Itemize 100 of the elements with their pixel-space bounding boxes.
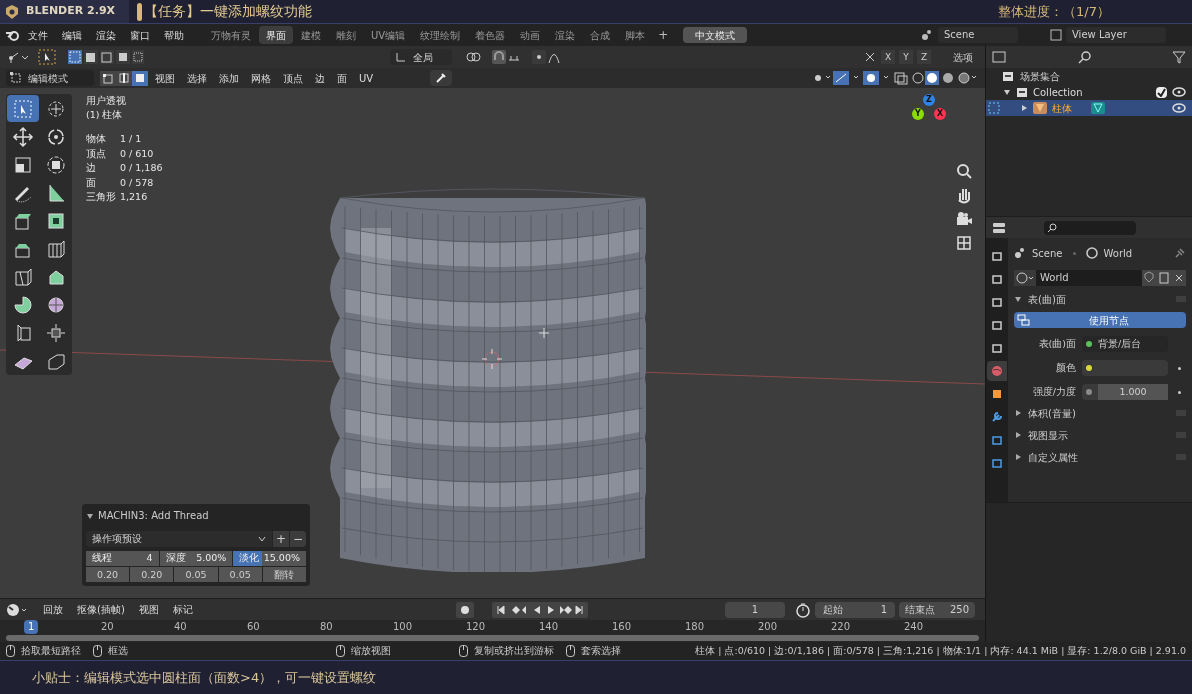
property-field[interactable] bbox=[1082, 360, 1168, 376]
add-workspace-button[interactable]: + bbox=[653, 26, 674, 44]
proportional-edit-icon[interactable] bbox=[532, 50, 562, 64]
workspace-tab[interactable]: UV编辑 bbox=[364, 26, 413, 44]
panel-header[interactable]: 视图显示 bbox=[1014, 426, 1186, 444]
workspace-tab[interactable]: 建模 bbox=[294, 26, 328, 44]
expanded-triangle-icon[interactable] bbox=[1003, 88, 1011, 96]
use-nodes-button[interactable]: 使用节点 bbox=[1014, 312, 1186, 328]
language-mode-button[interactable]: 中文模式 bbox=[683, 27, 748, 43]
mirror-axis-toggle[interactable]: X bbox=[881, 50, 895, 64]
eyedropper-button[interactable] bbox=[430, 70, 453, 86]
vertex-select-mode-button[interactable] bbox=[100, 70, 116, 86]
number-field[interactable]: 线程 4 bbox=[86, 551, 159, 566]
panel-header[interactable]: 体积(音量) bbox=[1014, 404, 1186, 422]
record-button-icon[interactable] bbox=[455, 601, 474, 618]
face-select-mode-button[interactable] bbox=[132, 70, 148, 86]
options-menu[interactable]: 选项 bbox=[947, 49, 979, 65]
breadcrumb-item[interactable]: Scene bbox=[1032, 245, 1063, 261]
menu-item[interactable]: 抠像(插帧) bbox=[72, 602, 130, 617]
collapse-triangle-icon[interactable] bbox=[86, 511, 94, 520]
remove-preset-button[interactable]: − bbox=[290, 531, 306, 547]
include-checkbox[interactable] bbox=[1156, 86, 1167, 98]
workspace-tab[interactable]: 纹理绘制 bbox=[413, 26, 468, 44]
add-preset-button[interactable]: + bbox=[273, 531, 289, 547]
world-browse-icon[interactable] bbox=[1014, 270, 1036, 286]
end-frame-field[interactable]: 结束点 250 bbox=[899, 601, 975, 618]
start-frame-field[interactable]: 起始 1 bbox=[815, 601, 895, 618]
menu-item[interactable]: 渲染 bbox=[90, 27, 122, 43]
collapsed-triangle-icon[interactable] bbox=[1020, 104, 1028, 112]
workspace-tab[interactable]: 脚本 bbox=[618, 26, 653, 44]
panel-header[interactable]: 表(曲)面 bbox=[1014, 290, 1186, 308]
mode-dropdown[interactable]: 编辑模式 bbox=[6, 70, 94, 86]
fake-user-shield-icon[interactable] bbox=[1142, 270, 1156, 286]
number-field[interactable]: 淡化 15.00% bbox=[233, 551, 306, 566]
shading-mode-icons[interactable] bbox=[911, 71, 979, 85]
menu-item[interactable]: 标记 bbox=[167, 602, 198, 617]
number-field[interactable]: 0.05 bbox=[174, 567, 218, 582]
view-layer-field[interactable]: View Layer bbox=[1066, 27, 1166, 43]
search-field[interactable] bbox=[1044, 220, 1136, 235]
eye-icon[interactable] bbox=[1172, 86, 1186, 98]
number-field[interactable]: 0.20 bbox=[130, 567, 174, 582]
world-name-field[interactable]: World bbox=[1036, 270, 1142, 286]
grid-icon[interactable] bbox=[955, 234, 973, 252]
scene-field[interactable]: Scene bbox=[938, 27, 1018, 43]
workspace-tab[interactable]: 着色器 bbox=[468, 26, 513, 44]
timeline-scrollbar[interactable] bbox=[6, 635, 979, 641]
select-tool-icon[interactable] bbox=[38, 49, 56, 65]
mirror-axis-toggle[interactable]: Z bbox=[917, 50, 931, 64]
orientation-dropdown[interactable]: 全局 bbox=[390, 49, 452, 65]
workspace-tab[interactable]: 合成 bbox=[583, 26, 618, 44]
menu-item[interactable]: 视图 bbox=[133, 602, 164, 617]
preset-dropdown[interactable]: 操作项预设 bbox=[86, 531, 272, 547]
menu-item[interactable]: 边 bbox=[310, 70, 330, 86]
workspace-tab[interactable]: 界面 bbox=[259, 26, 293, 44]
menu-item[interactable]: 帮助 bbox=[158, 27, 190, 43]
world-properties-tab[interactable] bbox=[987, 361, 1007, 381]
selection-mode-icons[interactable] bbox=[68, 50, 144, 64]
menu-item[interactable]: 视图 bbox=[150, 70, 180, 86]
search-icon[interactable] bbox=[1078, 50, 1092, 64]
menu-item[interactable]: 窗口 bbox=[124, 27, 156, 43]
overlay-toggle-icon[interactable] bbox=[863, 71, 891, 85]
property-field[interactable]: 1.000 bbox=[1082, 384, 1168, 400]
zoom-icon[interactable] bbox=[955, 162, 973, 180]
menu-item[interactable]: 面 bbox=[332, 70, 352, 86]
menu-item[interactable]: 文件 bbox=[22, 27, 54, 43]
current-frame-field[interactable]: 1 bbox=[725, 601, 785, 618]
stopwatch-icon[interactable] bbox=[795, 601, 811, 618]
xray-toggle-icon[interactable] bbox=[893, 71, 909, 85]
close-icon[interactable] bbox=[1172, 270, 1186, 286]
workspace-tab[interactable]: 万物有灵 bbox=[204, 26, 258, 44]
number-field[interactable]: 0.20 bbox=[86, 567, 130, 582]
menu-item[interactable]: 顶点 bbox=[278, 70, 308, 86]
playback-controls-icons[interactable] bbox=[491, 601, 588, 618]
hand-icon[interactable] bbox=[955, 186, 973, 204]
menu-item[interactable]: 回放 bbox=[38, 602, 68, 617]
workspace-tab[interactable]: 动画 bbox=[513, 26, 548, 44]
flip-toggle[interactable]: 翻转 bbox=[262, 567, 306, 582]
menu-item[interactable]: 编辑 bbox=[56, 27, 88, 43]
pin-icon[interactable] bbox=[1174, 247, 1186, 259]
breadcrumb-item[interactable]: World bbox=[1103, 245, 1133, 261]
workspace-tab[interactable]: 雕刻 bbox=[329, 26, 363, 44]
duplicate-icon[interactable] bbox=[1156, 270, 1172, 286]
menu-item[interactable]: 网格 bbox=[246, 70, 276, 86]
number-field[interactable]: 0.05 bbox=[218, 567, 262, 582]
mirror-axis-toggle[interactable]: Y bbox=[899, 50, 913, 64]
snap-magnet-icon[interactable] bbox=[492, 50, 522, 64]
filter-icon[interactable] bbox=[1172, 50, 1186, 64]
gizmo-toggle-icon[interactable] bbox=[833, 71, 861, 85]
workspace-tab[interactable]: 渲染 bbox=[548, 26, 583, 44]
camera-icon[interactable] bbox=[955, 210, 973, 228]
eye-icon[interactable] bbox=[1172, 102, 1186, 114]
property-field[interactable]: 背景/后台 bbox=[1082, 336, 1168, 352]
menu-item[interactable]: 添加 bbox=[214, 70, 244, 86]
pivot-point-icon[interactable] bbox=[6, 50, 28, 64]
outliner-row[interactable]: 柱体 bbox=[986, 100, 1192, 116]
menu-item[interactable]: 选择 bbox=[182, 70, 212, 86]
edge-select-mode-button[interactable] bbox=[116, 70, 132, 86]
menu-item[interactable]: UV bbox=[354, 70, 379, 86]
outliner-row[interactable]: Collection bbox=[986, 84, 1192, 100]
number-field[interactable]: 深度 5.00% bbox=[159, 551, 233, 566]
